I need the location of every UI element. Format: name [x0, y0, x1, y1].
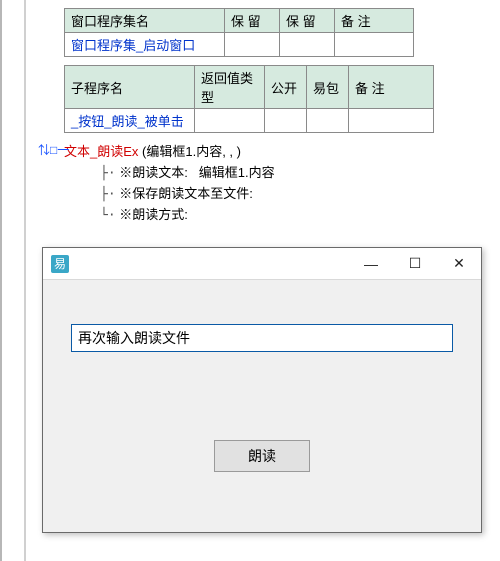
- table-cell[interactable]: [307, 109, 349, 133]
- speak-button[interactable]: 朗读: [214, 440, 310, 472]
- table-row[interactable]: 窗口程序集_启动窗口: [65, 33, 414, 57]
- function-call: 文本_朗读Ex: [64, 144, 138, 159]
- code-line[interactable]: └· ※朗读方式:: [100, 204, 484, 223]
- window-client-area: 朗读: [43, 280, 481, 472]
- text-input[interactable]: [71, 324, 453, 352]
- code-line[interactable]: ├· ※朗读文本: 编辑框1.内容: [100, 162, 484, 181]
- table-cell[interactable]: [280, 33, 335, 57]
- runtime-window: 易 — ☐ ✕ 朗读: [42, 247, 482, 533]
- param-label: ※朗读方式:: [119, 207, 188, 222]
- subroutine-table: 子程序名 返回值类型 公开 易包 备 注 _按钮_朗读_被单击: [64, 65, 434, 133]
- assembly-name-cell[interactable]: 窗口程序集_启动窗口: [65, 33, 225, 57]
- code-line[interactable]: 文本_朗读Ex (编辑框1.内容, , ): [64, 141, 484, 160]
- table-cell[interactable]: [225, 33, 280, 57]
- code-line[interactable]: ├· ※保存朗读文本至文件:: [100, 183, 484, 202]
- table-cell[interactable]: [195, 109, 265, 133]
- table-header: 保 留: [225, 9, 280, 33]
- maximize-button[interactable]: ☐: [393, 248, 437, 280]
- tree-branch-icon: ├·: [100, 187, 116, 202]
- editor-gutter: [0, 0, 26, 561]
- table-cell[interactable]: [335, 33, 414, 57]
- table-header: 子程序名: [65, 66, 195, 109]
- minimize-button[interactable]: —: [349, 248, 393, 280]
- code-editor-content: 窗口程序集名 保 留 保 留 备 注 窗口程序集_启动窗口 子程序名 返回值类型…: [28, 0, 500, 223]
- table-cell[interactable]: [349, 109, 434, 133]
- table-header: 公开: [265, 66, 307, 109]
- table-header: 备 注: [335, 9, 414, 33]
- subroutine-name-cell[interactable]: _按钮_朗读_被单击: [65, 109, 195, 133]
- table-header: 返回值类型: [195, 66, 265, 109]
- table-header: 易包: [307, 66, 349, 109]
- table-header: 备 注: [349, 66, 434, 109]
- tree-branch-icon: ├·: [100, 166, 116, 181]
- close-button[interactable]: ✕: [437, 248, 481, 280]
- table-row[interactable]: _按钮_朗读_被单击: [65, 109, 434, 133]
- table-header: 保 留: [280, 9, 335, 33]
- param-label: ※保存朗读文本至文件:: [119, 186, 253, 201]
- titlebar[interactable]: 易 — ☐ ✕: [43, 248, 481, 280]
- app-icon: 易: [51, 255, 69, 273]
- table-header: 窗口程序集名: [65, 9, 225, 33]
- tree-end-icon: └·: [100, 208, 116, 223]
- breakpoint-marker-icon[interactable]: ⇅□一: [38, 141, 69, 158]
- param-value: 编辑框1.内容: [199, 165, 275, 180]
- function-args: (编辑框1.内容, , ): [142, 144, 241, 159]
- window-assembly-table: 窗口程序集名 保 留 保 留 备 注 窗口程序集_启动窗口: [64, 8, 414, 57]
- table-cell[interactable]: [265, 109, 307, 133]
- param-label: ※朗读文本:: [119, 165, 188, 180]
